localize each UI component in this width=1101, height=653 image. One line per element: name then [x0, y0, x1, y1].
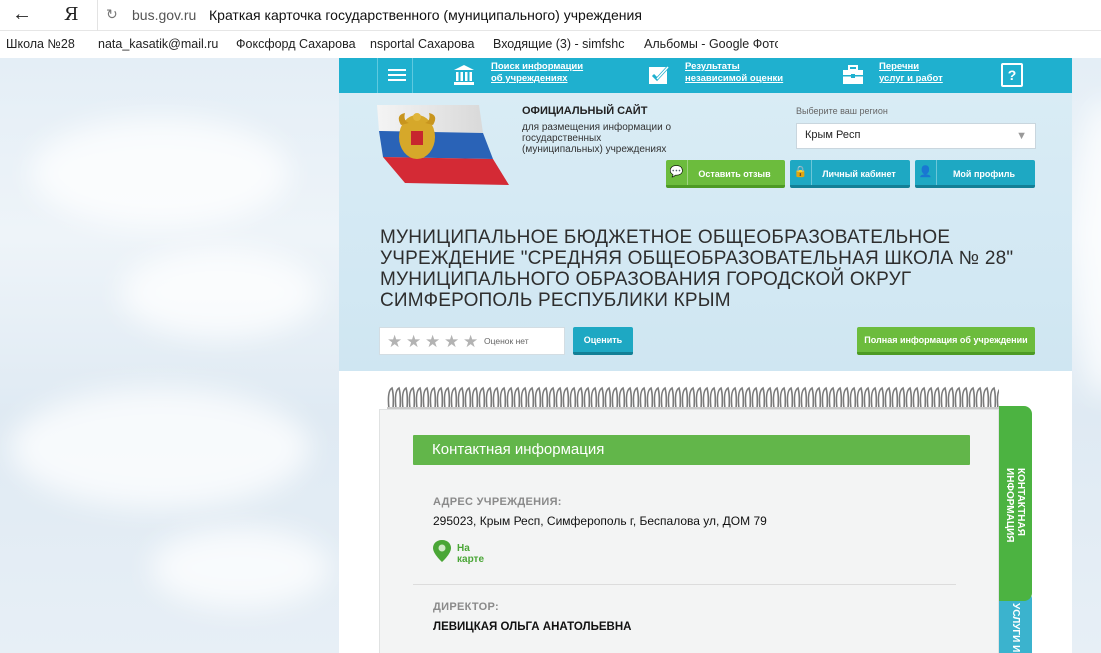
bookmark-item[interactable]: Школа №28: [6, 37, 75, 51]
nav-label-line: услуг и работ: [879, 73, 943, 84]
chat-bubble-icon: 💬: [666, 160, 688, 185]
dropdown-arrow-icon: ▼: [1016, 130, 1027, 142]
star-icon[interactable]: ★: [444, 332, 459, 352]
checkbox-icon: [649, 65, 670, 84]
region-value: Крым Респ: [805, 129, 861, 141]
bookmark-item[interactable]: nsportal Сахарова: [370, 37, 474, 51]
nav-label-line: Результаты: [685, 61, 740, 72]
region-select[interactable]: Крым Респ ▼: [796, 123, 1036, 149]
button-label: Оставить отзыв: [698, 169, 771, 179]
building-icon: [454, 65, 474, 85]
nav-label: Перечни услуг и работ: [879, 61, 943, 85]
divider: [97, 0, 98, 31]
nav-label-line: независимой оценки: [685, 73, 784, 84]
site-description: для размещения информации о государствен…: [522, 122, 672, 155]
site-name: ОФИЦИАЛЬНЫЙ САЙТ: [522, 105, 648, 117]
tab-label: КОНТАКТНАЯ ИНФОРМАЦИЯ: [1004, 468, 1026, 543]
lock-icon: 🔒: [790, 160, 812, 185]
address-value: 295023, Крым Респ, Симферополь г, Беспал…: [433, 514, 767, 528]
briefcase-icon: [843, 65, 863, 84]
site-container: Поиск информации об учреждениях Результа…: [339, 58, 1072, 653]
map-link-label: На карте: [457, 543, 484, 565]
yandex-logo-icon[interactable]: Я: [64, 4, 79, 25]
map-link-line: карте: [457, 554, 485, 565]
map-link-line: На: [457, 543, 470, 554]
my-profile-button[interactable]: 👤 Мой профиль: [915, 160, 1035, 188]
bookmark-item[interactable]: nata_kasatik@mail.ru: [98, 37, 218, 51]
tab-contact-info[interactable]: КОНТАКТНАЯ ИНФОРМАЦИЯ: [999, 406, 1032, 601]
button-label: Мой профиль: [952, 169, 1016, 179]
star-icon[interactable]: ★: [406, 332, 421, 352]
address-label: АДРЕС УЧРЕЖДЕНИЯ:: [433, 496, 562, 508]
star-icon[interactable]: ★: [463, 332, 478, 352]
divider: [413, 584, 956, 585]
top-navigation: Поиск информации об учреждениях Результа…: [339, 58, 1072, 93]
organization-title: МУНИЦИПАЛЬНОЕ БЮДЖЕТНОЕ ОБЩЕОБРАЗОВАТЕЛЬ…: [380, 227, 1014, 311]
url-text[interactable]: bus.gov.ru: [132, 7, 196, 23]
nav-services-list[interactable]: Перечни услуг и работ: [842, 58, 952, 93]
star-icon[interactable]: ★: [425, 332, 440, 352]
nav-label: Результаты независимой оценки: [685, 61, 783, 85]
russian-flag-emblem-logo[interactable]: [375, 103, 511, 185]
button-label: Личный кабинет: [822, 169, 896, 179]
star-icon[interactable]: ★: [387, 332, 402, 352]
bookmarks-bar: Школа №28 nata_kasatik@mail.ru Фоксфорд …: [0, 31, 1101, 58]
back-arrow-icon[interactable]: ←: [12, 3, 32, 26]
tab-label: УСЛУГИ И: [1010, 603, 1021, 653]
personal-cabinet-button[interactable]: 🔒 Личный кабинет: [790, 160, 910, 188]
bookmark-item[interactable]: Фоксфорд Сахарова: [236, 37, 356, 51]
page-title: Краткая карточка государственного (муниц…: [209, 7, 642, 23]
nav-label-line: Перечни: [879, 61, 920, 72]
rating-widget: ★ ★ ★ ★ ★ Оценок нет: [379, 327, 565, 355]
nav-label-line: Поиск информации: [491, 61, 584, 72]
bookmark-item[interactable]: Входящие (3) - simfshc: [493, 37, 628, 51]
no-rating-text: Оценок нет: [484, 336, 529, 346]
site-header: ОФИЦИАЛЬНЫЙ САЙТ для размещения информац…: [339, 93, 1072, 371]
map-pin-icon: [433, 540, 451, 562]
reload-icon[interactable]: ↻: [106, 6, 118, 23]
leave-feedback-button[interactable]: 💬 Оставить отзыв: [666, 160, 785, 188]
content-area: Контактная информация АДРЕС УЧРЕЖДЕНИЯ: …: [339, 371, 1072, 653]
nav-label: Поиск информации об учреждениях: [491, 61, 583, 85]
menu-button[interactable]: [377, 58, 413, 93]
user-icon: 👤: [915, 160, 937, 185]
nav-label-line: об учреждениях: [491, 73, 568, 84]
help-button[interactable]: ?: [1001, 63, 1023, 87]
director-label: ДИРЕКТОР:: [433, 601, 499, 613]
director-value: ЛЕВИЦКАЯ ОЛЬГА АНАТОЛЬЕВНА: [433, 621, 632, 633]
browser-address-bar: ← Я ↻ bus.gov.ru Краткая карточка госуда…: [0, 0, 1101, 31]
card-title: Контактная информация: [413, 435, 970, 465]
bookmark-item[interactable]: Альбомы - Google Фото: [644, 37, 778, 51]
region-label: Выберите ваш регион: [796, 106, 888, 116]
rate-button[interactable]: Оценить: [573, 327, 633, 355]
nav-search-institutions[interactable]: Поиск информации об учреждениях: [453, 58, 593, 93]
nav-independent-results[interactable]: Результаты независимой оценки: [648, 58, 798, 93]
full-info-button[interactable]: Полная информация об учреждении: [857, 327, 1035, 355]
info-card: Контактная информация АДРЕС УЧРЕЖДЕНИЯ: …: [379, 409, 999, 653]
map-link[interactable]: На карте: [433, 540, 513, 568]
